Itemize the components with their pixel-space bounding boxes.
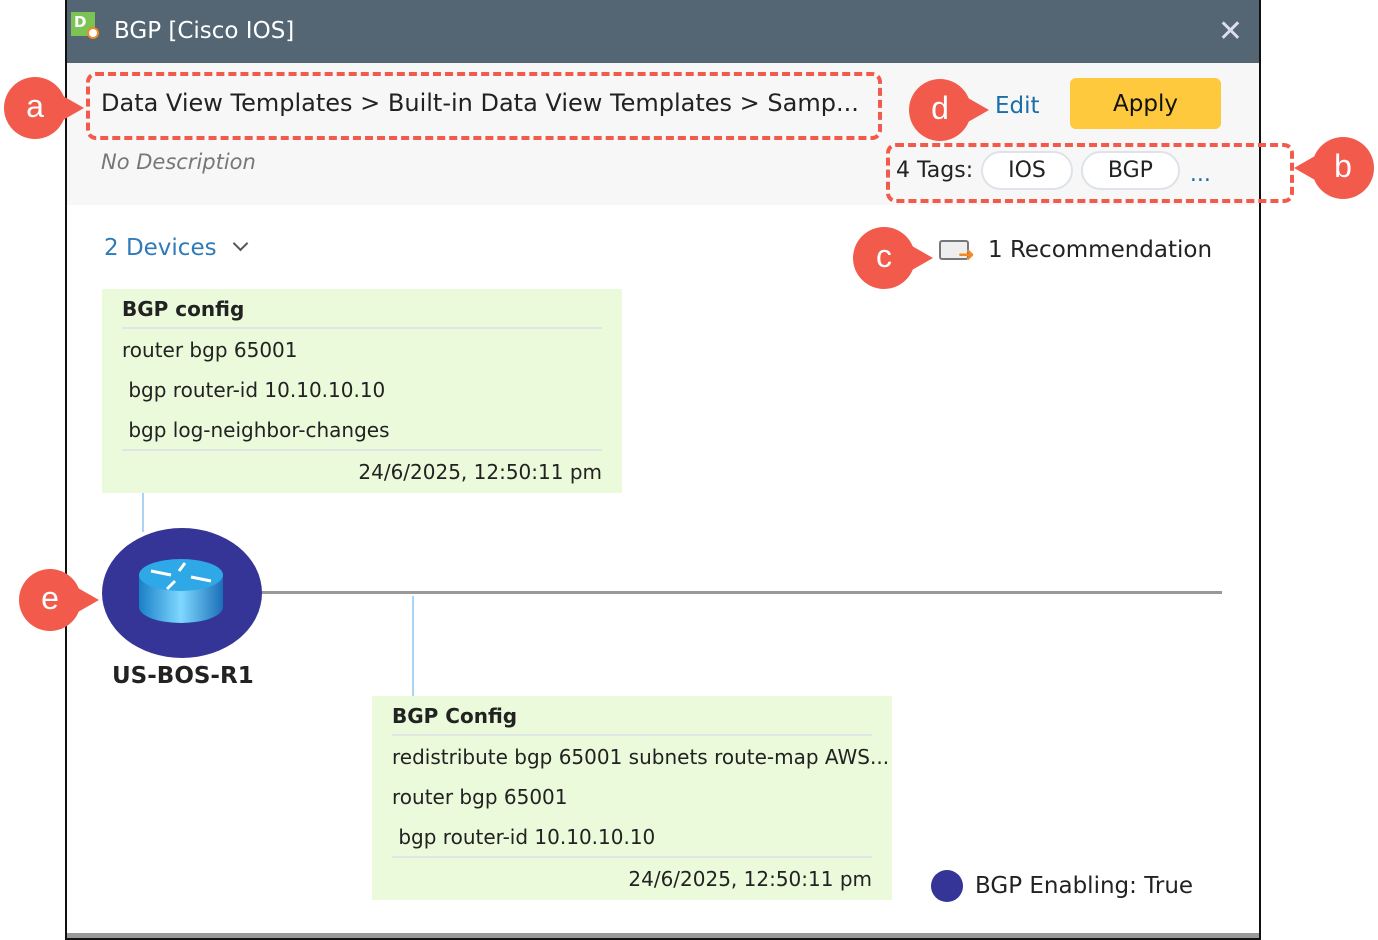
config-card: BGP Config redistribute bgp 65001 subnet… [372, 696, 892, 900]
description: No Description [101, 150, 256, 174]
callout-d: d [909, 79, 989, 141]
config-card: BGP config router bgp 65001 bgp router-i… [102, 289, 622, 493]
close-icon[interactable]: ✕ [1218, 14, 1243, 49]
bottom-bar [67, 933, 1259, 938]
router-icon [139, 559, 223, 623]
legend: BGP Enabling: True [931, 870, 1193, 902]
recommendation[interactable]: ➜ 1 Recommendation [938, 236, 1212, 264]
callout-e: e [19, 569, 99, 631]
dialog-window: D BGP [Cisco IOS] ✕ Data View Templates … [65, 0, 1261, 940]
annotation-box-b [886, 143, 1294, 203]
legend-dot [931, 870, 963, 902]
app-icon: D [71, 12, 99, 39]
devices-dropdown[interactable]: 2 Devices [104, 235, 248, 261]
device-name[interactable]: US-BOS-R1 [112, 663, 254, 689]
recommendation-icon: ➜ [938, 236, 978, 264]
link-line [260, 591, 1222, 594]
router-node[interactable] [102, 528, 262, 658]
connector-line [142, 490, 144, 532]
annotation-box-a [86, 72, 882, 140]
callout-a: a [4, 77, 84, 139]
callout-b: b [1294, 137, 1374, 199]
connector-line [412, 596, 414, 696]
window-title: BGP [Cisco IOS] [114, 18, 295, 44]
edit-link[interactable]: Edit [995, 93, 1040, 119]
callout-c: c [853, 227, 933, 289]
apply-button[interactable]: Apply [1070, 78, 1221, 129]
title-bar: D BGP [Cisco IOS] ✕ [67, 0, 1259, 63]
chevron-down-icon [232, 235, 248, 252]
